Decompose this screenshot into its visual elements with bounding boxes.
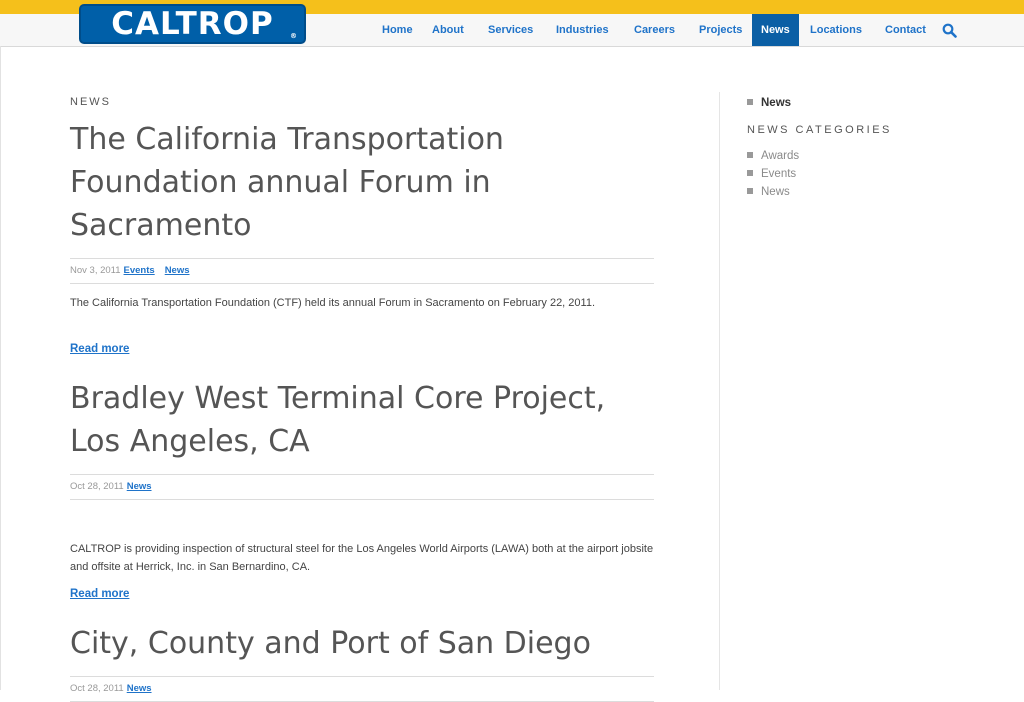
bullet-square-icon [747, 151, 753, 158]
post-meta: Oct 28, 2011 News [70, 474, 654, 500]
read-more-link[interactable]: Read more [70, 588, 129, 600]
post-date: Oct 28, 2011 [70, 481, 124, 492]
category-link-news[interactable]: News [127, 481, 152, 492]
sidebar-item-label: News [761, 186, 790, 198]
post-title[interactable]: The California Transportation Foundation… [70, 118, 654, 247]
post-date: Nov 3, 2011 [70, 265, 121, 276]
category-link-news[interactable]: News [127, 683, 152, 694]
post-meta: Nov 3, 2011 Events News [70, 258, 654, 284]
nav-locations[interactable]: Locations [810, 14, 862, 46]
sidebar-item-awards[interactable]: Awards [747, 150, 799, 162]
nav-contact[interactable]: Contact [885, 14, 926, 46]
nav-news[interactable]: News [752, 14, 799, 46]
post-meta: Oct 28, 2011 News [70, 676, 654, 702]
read-more-link[interactable]: Read more [70, 343, 129, 355]
nav-about[interactable]: About [432, 14, 464, 46]
nav-careers[interactable]: Careers [634, 14, 675, 46]
sidebar-divider [719, 92, 720, 690]
section-label: NEWS [70, 96, 111, 108]
sidebar-item-label: Events [761, 168, 797, 180]
sidebar-link-label: News [761, 97, 792, 109]
bullet-square-icon [747, 169, 753, 176]
sidebar-item-label: Awards [761, 150, 800, 162]
nav-services[interactable]: Services [488, 14, 533, 46]
post-date: Oct 28, 2011 [70, 683, 124, 694]
bullet-square-icon [747, 187, 753, 194]
post-title[interactable]: Bradley West Terminal Core Project, Los … [70, 377, 654, 463]
category-link-events[interactable]: Events [124, 265, 155, 276]
sidebar-item-news[interactable]: News [747, 186, 790, 198]
page-left-border [0, 46, 1, 690]
nav-industries[interactable]: Industries [556, 14, 609, 46]
caltrop-logo[interactable]: CALTROP ® [79, 4, 306, 44]
nav-projects[interactable]: Projects [699, 14, 742, 46]
post-title[interactable]: City, County and Port of San Diego [70, 622, 654, 665]
registered-mark: ® [290, 32, 298, 40]
sidebar-item-events[interactable]: Events [747, 168, 796, 180]
nav-home[interactable]: Home [382, 14, 413, 46]
post-excerpt: The California Transportation Foundation… [70, 297, 596, 309]
sidebar-heading: NEWS CATEGORIES [747, 124, 892, 136]
category-link-news[interactable]: News [165, 265, 190, 276]
sidebar-link-news[interactable]: News [747, 97, 791, 109]
logo-text: CALTROP [111, 6, 274, 42]
search-icon[interactable] [942, 23, 957, 38]
bullet-square-icon [747, 98, 753, 105]
post-excerpt: CALTROP is providing inspection of struc… [70, 543, 654, 573]
